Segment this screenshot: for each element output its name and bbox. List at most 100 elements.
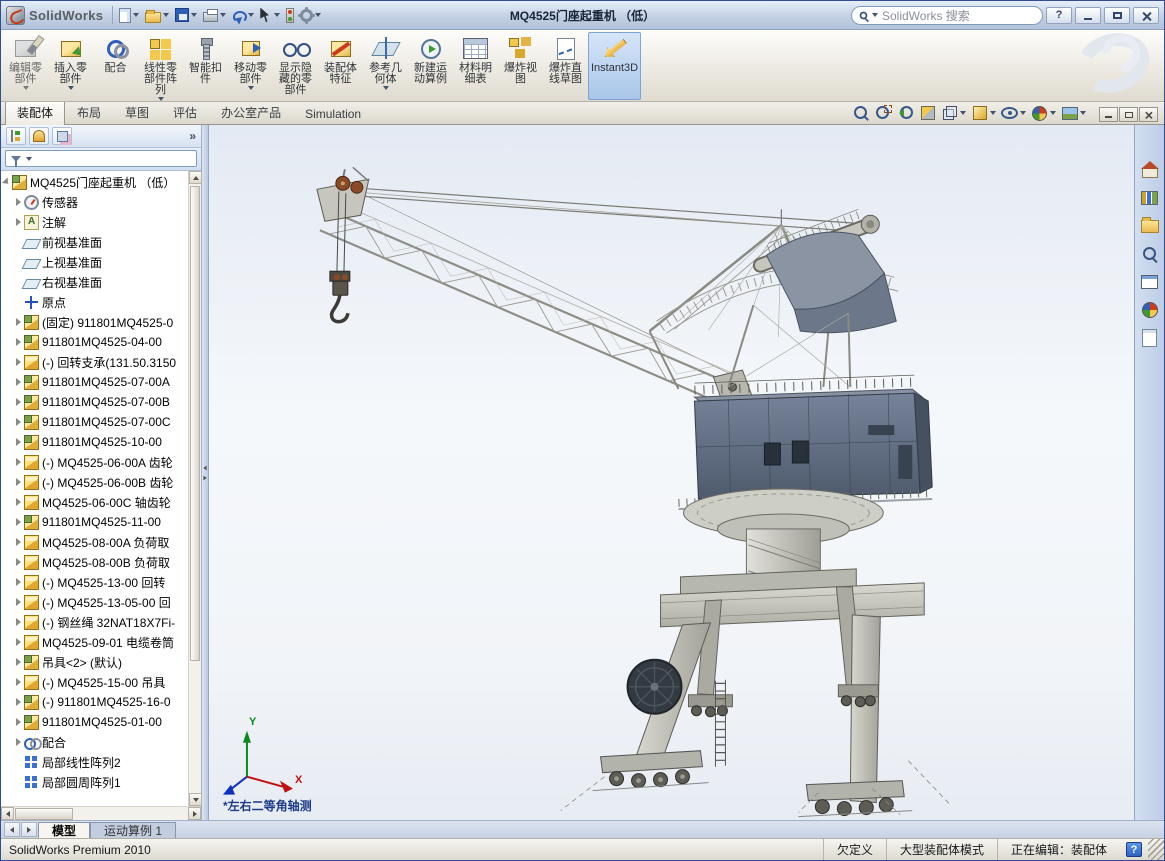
command-tab[interactable]: Simulation xyxy=(293,103,373,124)
dropdown-caret-icon[interactable] xyxy=(158,97,164,101)
quick-toolbar-button[interactable] xyxy=(257,6,283,25)
tree-root-item[interactable]: MQ4525门座起重机 （低） xyxy=(1,172,188,192)
panel-splitter[interactable] xyxy=(202,125,209,820)
expand-arrow-icon[interactable] xyxy=(16,698,21,706)
scroll-left-button[interactable] xyxy=(1,807,14,820)
expand-arrow-icon[interactable] xyxy=(16,578,21,586)
ribbon-button[interactable]: 爆炸视图 xyxy=(498,32,543,100)
command-tab[interactable]: 草图 xyxy=(113,100,161,124)
expand-arrow-icon[interactable] xyxy=(16,618,21,626)
quick-toolbar-button[interactable] xyxy=(283,6,297,25)
quick-toolbar-button[interactable] xyxy=(172,6,200,24)
expand-arrow-icon[interactable] xyxy=(16,518,21,526)
view-toolbar-button[interactable] xyxy=(939,104,968,122)
minimize-button[interactable] xyxy=(1075,7,1101,24)
dropdown-caret-icon[interactable] xyxy=(248,13,254,17)
ribbon-button[interactable]: 材料明细表 xyxy=(453,32,498,100)
tree-item[interactable]: (-) MQ4525-15-00 吊具 xyxy=(1,672,188,692)
ribbon-button[interactable]: 参考几何体 xyxy=(363,32,408,100)
taskpane-button[interactable] xyxy=(1140,329,1160,347)
tree-item[interactable]: 911801MQ4525-07-00B xyxy=(1,392,188,412)
tree-item[interactable]: (-) MQ4525-13-00 回转 xyxy=(1,572,188,592)
expand-arrow-icon[interactable] xyxy=(16,658,21,666)
tree-item[interactable]: 局部线性阵列2 xyxy=(1,752,188,772)
search-input[interactable]: SolidWorks 搜索 xyxy=(851,6,1043,25)
view-toolbar-button[interactable] xyxy=(1059,104,1088,122)
taskpane-button[interactable] xyxy=(1140,189,1160,207)
scroll-up-button[interactable] xyxy=(189,171,202,184)
expand-arrow-icon[interactable] xyxy=(16,538,21,546)
dropdown-caret-icon[interactable] xyxy=(68,86,74,90)
ribbon-button[interactable]: 线性零部件阵列 xyxy=(138,32,183,100)
tree-item[interactable]: (-) MQ4525-13-05-00 回 xyxy=(1,592,188,612)
maximize-button[interactable] xyxy=(1104,7,1130,24)
expand-arrow-icon[interactable] xyxy=(16,198,21,206)
taskpane-button[interactable] xyxy=(1140,217,1160,235)
tree-item[interactable]: MQ4525-08-00B 负荷取 xyxy=(1,552,188,572)
view-toolbar-button[interactable] xyxy=(969,104,998,122)
quick-toolbar-button[interactable] xyxy=(116,6,142,25)
sheet-tab[interactable]: 运动算例 1 xyxy=(90,822,176,838)
taskpane-button[interactable] xyxy=(1140,301,1160,319)
dropdown-caret-icon[interactable] xyxy=(191,13,197,17)
tree-item[interactable]: 上视基准面 xyxy=(1,252,188,272)
scroll-down-button[interactable] xyxy=(189,793,202,806)
tree-item[interactable]: 右视基准面 xyxy=(1,272,188,292)
tree-item[interactable]: 911801MQ4525-11-00 xyxy=(1,512,188,532)
ribbon-button[interactable]: 插入零部件 xyxy=(48,32,93,100)
ribbon-button[interactable]: 配合 xyxy=(93,32,138,100)
dropdown-caret-icon[interactable] xyxy=(1050,111,1056,115)
tab-configurationmanager[interactable] xyxy=(52,127,72,145)
expand-arrow-icon[interactable] xyxy=(16,218,21,226)
dropdown-caret-icon[interactable] xyxy=(1080,111,1086,115)
tab-scroll-left-button[interactable] xyxy=(4,822,20,837)
tree-item[interactable]: 911801MQ4525-04-00 xyxy=(1,332,188,352)
command-tab[interactable]: 装配体 xyxy=(5,100,65,125)
expand-arrow-icon[interactable] xyxy=(16,738,21,746)
expand-arrow-icon[interactable] xyxy=(16,418,21,426)
view-toolbar-button[interactable] xyxy=(999,104,1028,122)
search-scope-caret-icon[interactable] xyxy=(872,13,878,17)
dropdown-caret-icon[interactable] xyxy=(220,13,226,17)
scroll-thumb[interactable] xyxy=(15,808,73,820)
view-toolbar-button[interactable] xyxy=(917,104,938,122)
tree-item[interactable]: MQ4525-09-01 电缆卷筒 xyxy=(1,632,188,652)
tree-item[interactable]: 911801MQ4525-10-00 xyxy=(1,432,188,452)
view-toolbar-button[interactable] xyxy=(851,104,872,122)
tab-scroll-right-button[interactable] xyxy=(21,822,37,837)
dropdown-caret-icon[interactable] xyxy=(274,13,280,17)
tab-propertymanager[interactable] xyxy=(29,127,49,145)
tree-item[interactable]: (固定) 911801MQ4525-0 xyxy=(1,312,188,332)
tree-vertical-scrollbar[interactable] xyxy=(188,171,201,806)
ribbon-button[interactable]: 智能扣件 xyxy=(183,32,228,100)
view-toolbar-button[interactable] xyxy=(873,104,894,122)
expand-arrow-icon[interactable] xyxy=(2,177,11,186)
ribbon-button[interactable]: 编辑零部件 xyxy=(3,32,48,100)
expand-arrow-icon[interactable] xyxy=(16,358,21,366)
taskpane-button[interactable] xyxy=(1140,245,1160,263)
tab-featuremanager[interactable] xyxy=(6,127,26,145)
tree-item[interactable]: 911801MQ4525-07-00C xyxy=(1,412,188,432)
quick-toolbar-button[interactable] xyxy=(200,6,229,24)
doc-restore-button[interactable] xyxy=(1119,107,1138,122)
tree-item[interactable]: (-) MQ4525-06-00B 齿轮 xyxy=(1,472,188,492)
expand-arrow-icon[interactable] xyxy=(16,498,21,506)
quick-toolbar-button[interactable] xyxy=(142,6,172,25)
graphics-viewport[interactable]: Y X *左右二等角轴测 xyxy=(209,125,1134,820)
command-tab[interactable]: 评估 xyxy=(161,100,209,124)
view-toolbar-button[interactable] xyxy=(1029,104,1058,122)
command-tab[interactable]: 布局 xyxy=(65,100,113,124)
expand-right-icon[interactable] xyxy=(203,475,206,480)
dropdown-caret-icon[interactable] xyxy=(23,86,29,90)
scroll-thumb[interactable] xyxy=(190,186,200,661)
tree-item[interactable]: 911801MQ4525-07-00A xyxy=(1,372,188,392)
tree-item[interactable]: 局部圆周阵列1 xyxy=(1,772,188,792)
status-help-button[interactable]: ? xyxy=(1126,842,1142,857)
dropdown-caret-icon[interactable] xyxy=(163,13,169,17)
expand-arrow-icon[interactable] xyxy=(16,378,21,386)
scroll-track[interactable] xyxy=(189,184,201,793)
dropdown-caret-icon[interactable] xyxy=(383,86,389,90)
dropdown-caret-icon[interactable] xyxy=(1020,111,1026,115)
doc-close-button[interactable] xyxy=(1139,107,1158,122)
tree-item[interactable]: (-) 回转支承(131.50.3150 xyxy=(1,352,188,372)
